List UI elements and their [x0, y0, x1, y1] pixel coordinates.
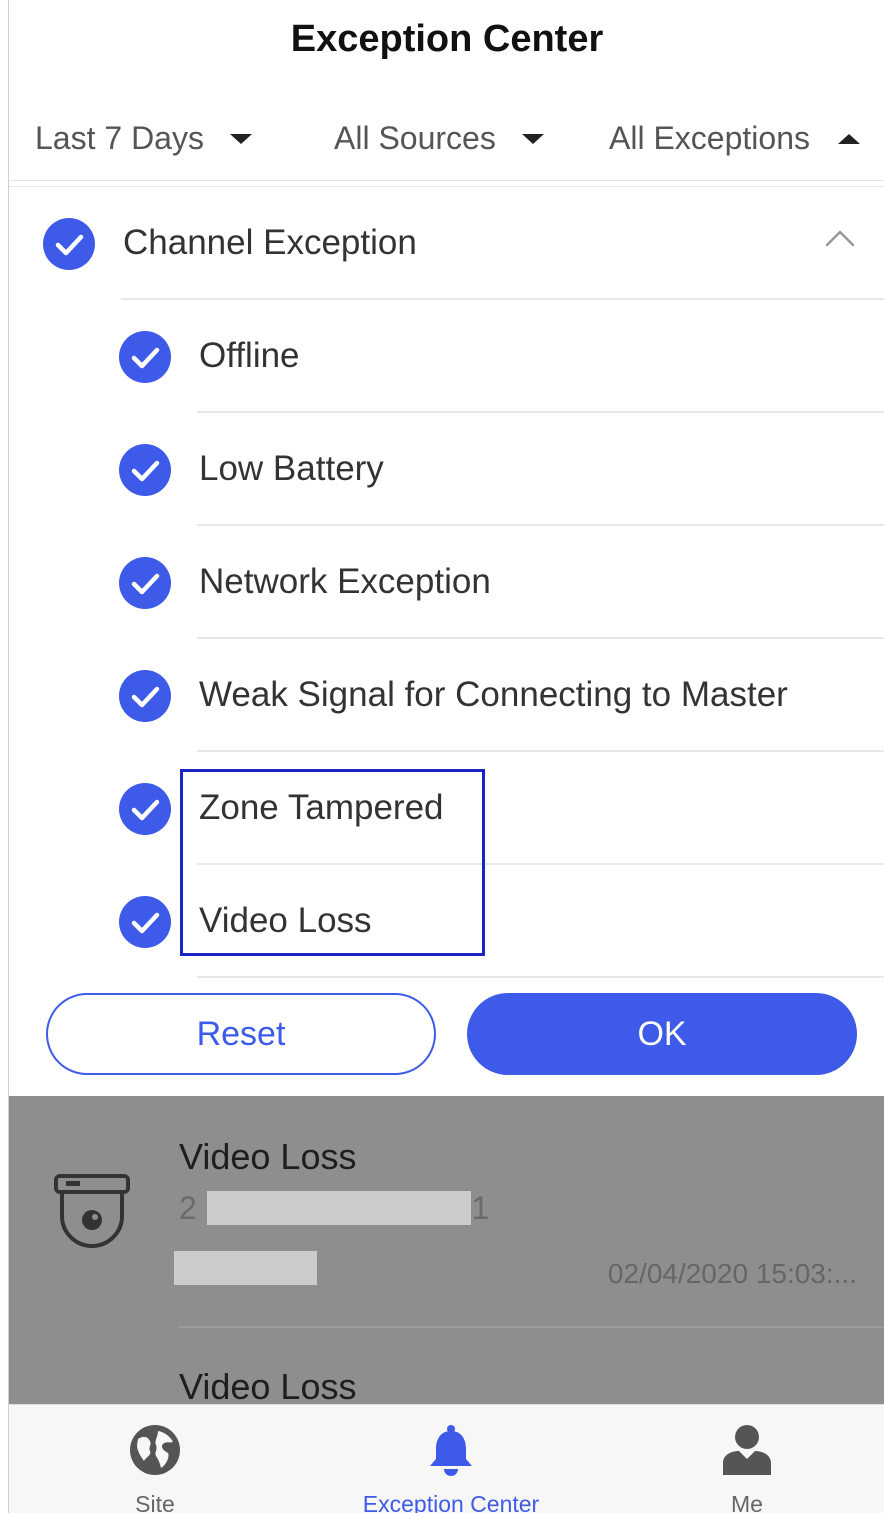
- option-label: Weak Signal for Connecting to Master: [199, 675, 788, 714]
- tab-exception-center[interactable]: Exception Center: [351, 1405, 551, 1513]
- option-label: Low Battery: [199, 449, 384, 488]
- globe-icon: [130, 1425, 180, 1475]
- bell-icon: [430, 1425, 472, 1476]
- checked-circle-icon[interactable]: [119, 331, 171, 383]
- exception-item-title: Video Loss: [179, 1136, 357, 1177]
- exception-option-weak-signal[interactable]: Weak Signal for Connecting to Master: [9, 639, 884, 752]
- exception-option-low-battery[interactable]: Low Battery: [9, 413, 884, 526]
- camera-icon: [54, 1174, 130, 1248]
- checked-circle-icon[interactable]: [119, 783, 171, 835]
- option-label: Offline: [199, 336, 300, 375]
- tab-label: Exception Center: [362, 1491, 540, 1513]
- chevron-up-icon[interactable]: [825, 229, 855, 247]
- exception-item-time: 02/04/2020 15:03:...: [607, 1258, 857, 1289]
- dimmed-exception-list[interactable]: Video Loss 2a 1 02/04/2020 15:03:... Vid…: [9, 1096, 884, 1404]
- app-frame: Exception Center Last 7 Days All Sources…: [8, 0, 884, 1513]
- checked-circle-icon[interactable]: [119, 444, 171, 496]
- tab-me[interactable]: Me: [647, 1405, 847, 1513]
- checked-circle-icon[interactable]: [119, 670, 171, 722]
- checked-circle-icon[interactable]: [119, 896, 171, 948]
- source-filter-dropdown[interactable]: All Sources: [334, 120, 544, 157]
- exception-item-title: Video Loss: [179, 1366, 357, 1404]
- caret-up-icon: [837, 133, 860, 144]
- bottom-tab-bar: Site Exception Center Me: [9, 1404, 884, 1513]
- checked-circle-icon[interactable]: [119, 557, 171, 609]
- checked-circle-icon[interactable]: [43, 218, 95, 270]
- highlight-box: [180, 769, 485, 956]
- redacted-block: [207, 1191, 471, 1225]
- ok-button[interactable]: OK: [467, 993, 857, 1075]
- group-row-channel-exception[interactable]: Channel Exception: [9, 187, 884, 300]
- tab-label: Me: [731, 1491, 763, 1513]
- time-filter-label: Last 7 Days: [35, 120, 204, 156]
- exception-filter-label: All Exceptions: [609, 120, 810, 156]
- tab-site[interactable]: Site: [55, 1405, 255, 1513]
- source-filter-label: All Sources: [334, 120, 496, 156]
- group-label: Channel Exception: [123, 223, 417, 262]
- tab-label: Site: [135, 1491, 175, 1513]
- time-filter-dropdown[interactable]: Last 7 Days: [35, 120, 252, 157]
- page-title: Exception Center: [290, 18, 604, 60]
- source-prefix: 2: [179, 1190, 197, 1226]
- caret-down-icon: [521, 133, 544, 144]
- exception-option-offline[interactable]: Offline: [9, 300, 884, 413]
- redacted-block: [174, 1251, 317, 1285]
- person-icon: [723, 1425, 771, 1475]
- exception-filter-dropdown[interactable]: All Exceptions: [609, 120, 860, 157]
- divider: [197, 976, 884, 978]
- exception-option-network-exception[interactable]: Network Exception: [9, 526, 884, 639]
- option-label: Network Exception: [199, 562, 491, 601]
- divider: [179, 1326, 884, 1328]
- reset-button[interactable]: Reset: [46, 993, 436, 1075]
- exception-filter-panel: Channel Exception Offline Low Battery Ne…: [9, 186, 884, 1097]
- caret-down-icon: [229, 133, 252, 144]
- filter-bar: Last 7 Days All Sources All Exceptions: [9, 100, 884, 181]
